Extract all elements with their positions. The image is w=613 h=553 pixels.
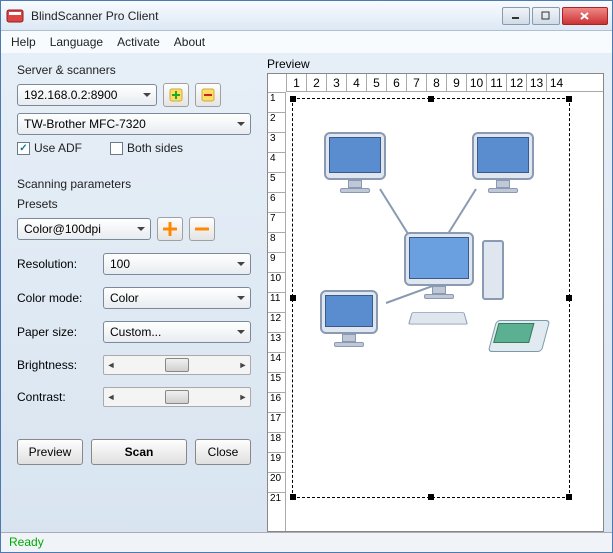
maximize-button[interactable]	[532, 7, 560, 25]
menu-about[interactable]: About	[174, 35, 205, 49]
menu-activate[interactable]: Activate	[117, 35, 160, 49]
arrow-left-icon[interactable]: ◄	[104, 360, 118, 370]
ruler-tick: 9	[446, 74, 466, 91]
ruler-tick: 3	[268, 132, 285, 152]
ruler-tick: 20	[268, 472, 285, 492]
titlebar[interactable]: BlindScanner Pro Client	[1, 1, 612, 31]
ruler-tick: 6	[386, 74, 406, 91]
papersize-combo[interactable]: Custom...	[103, 321, 251, 343]
ruler-tick: 2	[306, 74, 326, 91]
app-icon	[5, 6, 25, 26]
ruler-tick: 11	[486, 74, 506, 91]
minimize-button[interactable]	[502, 7, 530, 25]
ruler-tick: 13	[526, 74, 546, 91]
app-window: BlindScanner Pro Client Help Language Ac…	[0, 0, 613, 553]
menu-help[interactable]: Help	[11, 35, 36, 49]
close-button[interactable]: Close	[195, 439, 251, 465]
ruler-tick: 4	[268, 152, 285, 172]
ruler-tick: 7	[268, 212, 285, 232]
ruler-tick: 2	[268, 112, 285, 132]
ruler-tick: 14	[268, 352, 285, 372]
ruler-vertical: 123456789101112131415161718192021	[268, 92, 286, 531]
ruler-tick: 10	[268, 272, 285, 292]
plus-orange-icon	[163, 222, 177, 236]
ruler-tick: 17	[268, 412, 285, 432]
ruler-tick: 12	[268, 312, 285, 332]
resolution-combo[interactable]: 100	[103, 253, 251, 275]
ruler-tick: 11	[268, 292, 285, 312]
preset-combo[interactable]: Color@100dpi	[17, 218, 151, 240]
ruler-tick: 13	[268, 332, 285, 352]
ruler-tick: 1	[286, 74, 306, 91]
preview-button[interactable]: Preview	[17, 439, 83, 465]
ruler-tick: 18	[268, 432, 285, 452]
ruler-tick: 1	[268, 92, 285, 112]
menu-language[interactable]: Language	[50, 35, 103, 49]
preview-canvas[interactable]	[286, 92, 603, 531]
preview-image	[306, 122, 546, 382]
server-group: Server & scanners 192.168.0.2:8900 TW-Br…	[9, 57, 259, 165]
brightness-slider[interactable]: ◄►	[103, 355, 251, 375]
left-panel: Server & scanners 192.168.0.2:8900 TW-Br…	[9, 57, 259, 532]
status-text: Ready	[9, 535, 44, 549]
ruler-tick: 10	[466, 74, 486, 91]
contrast-slider[interactable]: ◄►	[103, 387, 251, 407]
colormode-combo[interactable]: Color	[103, 287, 251, 309]
ruler-tick: 6	[268, 192, 285, 212]
remove-preset-button[interactable]	[189, 217, 215, 241]
presets-label: Presets	[17, 197, 251, 211]
params-group-title: Scanning parameters	[17, 177, 251, 191]
menubar: Help Language Activate About	[1, 31, 612, 53]
add-preset-button[interactable]	[157, 217, 183, 241]
arrow-right-icon[interactable]: ►	[236, 392, 250, 402]
remove-server-button[interactable]	[195, 83, 221, 107]
both-sides-checkbox[interactable]: Both sides	[110, 141, 183, 155]
ruler-tick: 16	[268, 392, 285, 412]
statusbar: Ready	[1, 532, 612, 552]
minus-red-icon	[200, 87, 216, 103]
resolution-label: Resolution:	[17, 257, 103, 271]
arrow-right-icon[interactable]: ►	[236, 360, 250, 370]
ruler-tick: 9	[268, 252, 285, 272]
minus-orange-icon	[195, 222, 209, 236]
ruler-tick: 8	[268, 232, 285, 252]
ruler-tick: 14	[546, 74, 566, 91]
checkbox-icon	[110, 142, 123, 155]
preview-area[interactable]: 1234567891011121314 12345678910111213141…	[267, 73, 604, 532]
server-address-combo[interactable]: 192.168.0.2:8900	[17, 84, 157, 106]
ruler-tick: 4	[346, 74, 366, 91]
close-window-button[interactable]	[562, 7, 608, 25]
contrast-label: Contrast:	[17, 390, 103, 404]
use-adf-checkbox[interactable]: Use ADF	[17, 141, 82, 155]
ruler-tick: 21	[268, 492, 285, 512]
ruler-tick: 3	[326, 74, 346, 91]
preview-label: Preview	[267, 57, 604, 71]
arrow-left-icon[interactable]: ◄	[104, 392, 118, 402]
ruler-horizontal: 1234567891011121314	[286, 74, 603, 92]
checkbox-checked-icon	[17, 142, 30, 155]
ruler-tick: 7	[406, 74, 426, 91]
scanner-combo[interactable]: TW-Brother MFC-7320	[17, 113, 251, 135]
ruler-tick: 15	[268, 372, 285, 392]
ruler-tick: 19	[268, 452, 285, 472]
window-title: BlindScanner Pro Client	[31, 9, 502, 23]
papersize-label: Paper size:	[17, 325, 103, 339]
ruler-tick: 5	[268, 172, 285, 192]
colormode-label: Color mode:	[17, 291, 103, 305]
brightness-label: Brightness:	[17, 358, 103, 372]
preview-panel: Preview 1234567891011121314 123456789101…	[267, 57, 604, 532]
add-server-button[interactable]	[163, 83, 189, 107]
server-group-title: Server & scanners	[17, 63, 251, 77]
plus-green-icon	[168, 87, 184, 103]
params-group: Scanning parameters Presets Color@100dpi…	[9, 171, 259, 417]
scan-button[interactable]: Scan	[91, 439, 187, 465]
ruler-tick: 12	[506, 74, 526, 91]
ruler-tick: 8	[426, 74, 446, 91]
ruler-tick: 5	[366, 74, 386, 91]
